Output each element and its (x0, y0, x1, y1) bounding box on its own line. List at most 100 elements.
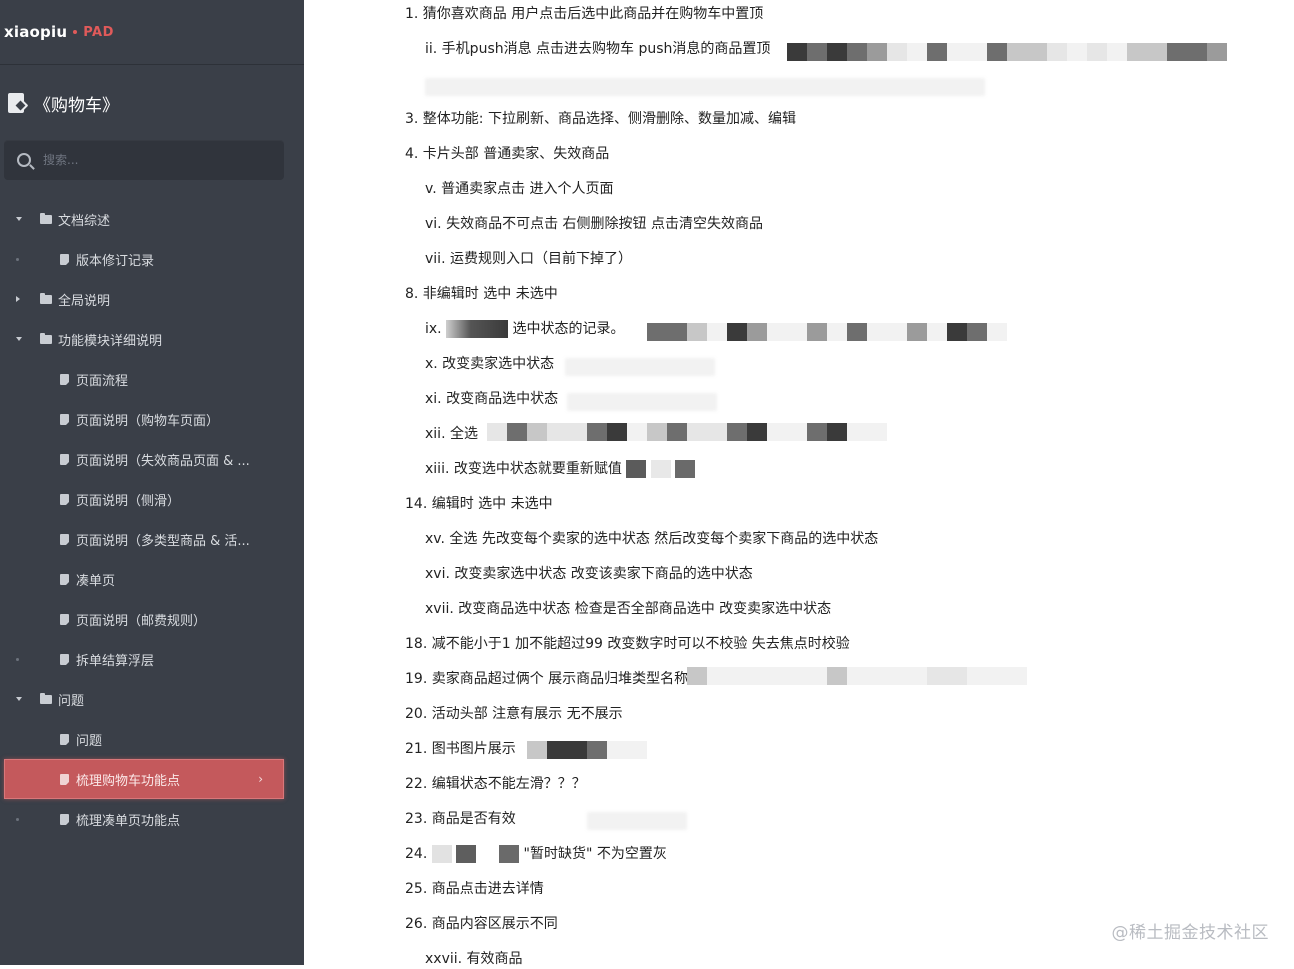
redacted-block (499, 845, 520, 863)
list-item: 24. "暂时缺货" 不为空置灰 (405, 844, 667, 864)
list-item-text: xiii. 改变选中状态就要重新赋值 (425, 461, 622, 477)
brand-dot-icon (73, 30, 78, 34)
caret-down-icon[interactable] (16, 337, 22, 341)
page-icon (60, 413, 69, 425)
redacted-block (567, 393, 717, 411)
sidebar-item-label: 页面说明（多类型商品 & 活... (76, 533, 250, 549)
list-item: 18. 减不能小于1 加不能超过99 改变数字时可以不校验 失去焦点时校验 (405, 636, 850, 652)
watermark: @稀土掘金技术社区 (1111, 923, 1269, 943)
chevron-right-icon: › (258, 772, 263, 786)
sidebar-folder-global[interactable]: 全局说明 (0, 279, 304, 319)
sidebar-folder-overview[interactable]: 文档综述 (0, 199, 304, 239)
list-item: vii. 运费规则入口（目前下掉了） (425, 251, 632, 267)
sidebar-item-cart-features-active[interactable]: 梳理购物车功能点 › (4, 759, 284, 799)
list-item: 20. 活动头部 注意有展示 无不展示 (405, 706, 623, 722)
sidebar-item-label: 梳理凑单页功能点 (76, 813, 181, 829)
list-item: 23. 商品是否有效 (405, 811, 516, 827)
folder-icon (40, 332, 52, 344)
sidebar-item-label: 拆单结算浮层 (76, 653, 155, 669)
caret-down-icon[interactable] (16, 697, 22, 701)
page-icon (60, 773, 69, 785)
page-icon (60, 533, 69, 545)
sidebar-item-cart-page[interactable]: 页面说明（购物车页面） (0, 399, 304, 439)
search-box[interactable] (4, 140, 284, 180)
sidebar-item-label: 梳理购物车功能点 (76, 773, 181, 789)
sidebar-item-invalid-goods-page[interactable]: 页面说明（失效商品页面 & ... (0, 439, 304, 479)
sidebar-item-label: 页面说明（购物车页面） (76, 413, 220, 429)
tree-dot-icon (16, 257, 19, 261)
list-item: 22. 编辑状态不能左滑？？？ (405, 776, 586, 792)
redacted-block (687, 667, 1027, 685)
list-item: ii. 手机push消息 点击进去购物车 push消息的商品置顶 (425, 41, 771, 57)
list-item-text: "暂时缺货" 不为空置灰 (523, 846, 667, 862)
list-item: xvii. 改变商品选中状态 检查是否全部商品选中 改变卖家选中状态 (425, 601, 832, 617)
list-item: 14. 编辑时 选中 未选中 (405, 496, 553, 512)
caret-right-icon[interactable] (16, 296, 20, 302)
sidebar-item-label: 文档综述 (58, 213, 111, 229)
redacted-block (487, 423, 887, 441)
redacted-block (587, 812, 687, 830)
tree-dot-icon (16, 657, 19, 661)
sidebar-item-label: 页面说明（失效商品页面 & ... (76, 453, 250, 469)
sidebar-item-issues[interactable]: 问题 (0, 719, 304, 759)
redacted-block (456, 845, 477, 863)
search-input[interactable] (41, 152, 265, 168)
page-icon (60, 573, 69, 585)
redacted-block (675, 460, 696, 478)
sidebar-item-label: 页面说明（侧滑） (76, 493, 181, 509)
list-item: 1. 猜你喜欢商品 用户点击后选中此商品并在购物车中置顶 (405, 6, 764, 22)
search-icon (17, 153, 31, 167)
sidebar-item-swipe[interactable]: 页面说明（侧滑） (0, 479, 304, 519)
brand-product: PAD (83, 24, 114, 40)
redacted-block (425, 78, 985, 96)
sidebar-item-label: 问题 (58, 693, 85, 709)
sidebar-item-revision-history[interactable]: 版本修订记录 (0, 239, 304, 279)
list-item: 8. 非编辑时 选中 未选中 (405, 286, 558, 302)
page-icon (60, 613, 69, 625)
sidebar: xiaopiu PAD 《购物车》 文档综述 版本修订记录 全局说明 功能模块详… (0, 0, 304, 965)
list-item: 19. 卖家商品超过俩个 展示商品归堆类型名称 (405, 671, 689, 687)
redacted-block (647, 323, 1007, 341)
list-item: 25. 商品点击进去详情 (405, 881, 544, 897)
brand-name: xiaopiu (4, 23, 68, 41)
page-icon (60, 733, 69, 745)
document-title[interactable]: 《购物车》 (8, 88, 119, 118)
list-item: xv. 全选 先改变每个卖家的选中状态 然后改变每个卖家下商品的选中状态 (425, 531, 879, 547)
page-icon (60, 453, 69, 465)
brand-logo[interactable]: xiaopiu PAD (4, 18, 114, 46)
list-item: xi. 改变商品选中状态 (425, 391, 559, 407)
tree-dot-icon (16, 817, 19, 821)
sidebar-folder-issues[interactable]: 问题 (0, 679, 304, 719)
redacted-block (787, 43, 1227, 61)
sidebar-item-label: 凑单页 (76, 573, 116, 589)
sidebar-item-bundle-page[interactable]: 凑单页 (0, 559, 304, 599)
page-icon (60, 253, 69, 265)
sidebar-item-shipping-rules[interactable]: 页面说明（邮费规则） (0, 599, 304, 639)
document-content: 1. 猜你喜欢商品 用户点击后选中此商品并在购物车中置顶 ii. 手机push消… (405, 0, 1294, 967)
edit-document-icon (8, 93, 24, 113)
redacted-block (565, 358, 715, 376)
list-item-index: 24. (405, 846, 428, 862)
folder-icon (40, 212, 52, 224)
sidebar-item-split-checkout[interactable]: 拆单结算浮层 (0, 639, 304, 679)
list-item: v. 普通卖家点击 进入个人页面 (425, 181, 614, 197)
caret-down-icon[interactable] (16, 217, 22, 221)
sidebar-item-multi-type-goods[interactable]: 页面说明（多类型商品 & 活... (0, 519, 304, 559)
folder-icon (40, 292, 52, 304)
sidebar-item-label: 页面说明（邮费规则） (76, 613, 207, 629)
sidebar-item-page-flow[interactable]: 页面流程 (0, 359, 304, 399)
list-item: 3. 整体功能: 下拉刷新、商品选择、侧滑删除、数量加减、编辑 (405, 111, 796, 127)
list-item: ix. 选中状态的记录。 (425, 319, 625, 339)
redacted-block (431, 845, 452, 863)
document-title-text: 《购物车》 (34, 95, 119, 116)
list-item: xvi. 改变卖家选中状态 改变该卖家下商品的选中状态 (425, 566, 753, 582)
redacted-block (527, 741, 647, 759)
sidebar-item-label: 页面流程 (76, 373, 129, 389)
sidebar-item-label: 版本修订记录 (76, 253, 155, 269)
sidebar-folder-modules[interactable]: 功能模块详细说明 (0, 319, 304, 359)
folder-icon (40, 692, 52, 704)
sidebar-item-bundle-features[interactable]: 梳理凑单页功能点 (0, 799, 304, 839)
list-item-text: 选中状态的记录。 (512, 321, 625, 337)
list-item-index: ix. (425, 321, 442, 337)
